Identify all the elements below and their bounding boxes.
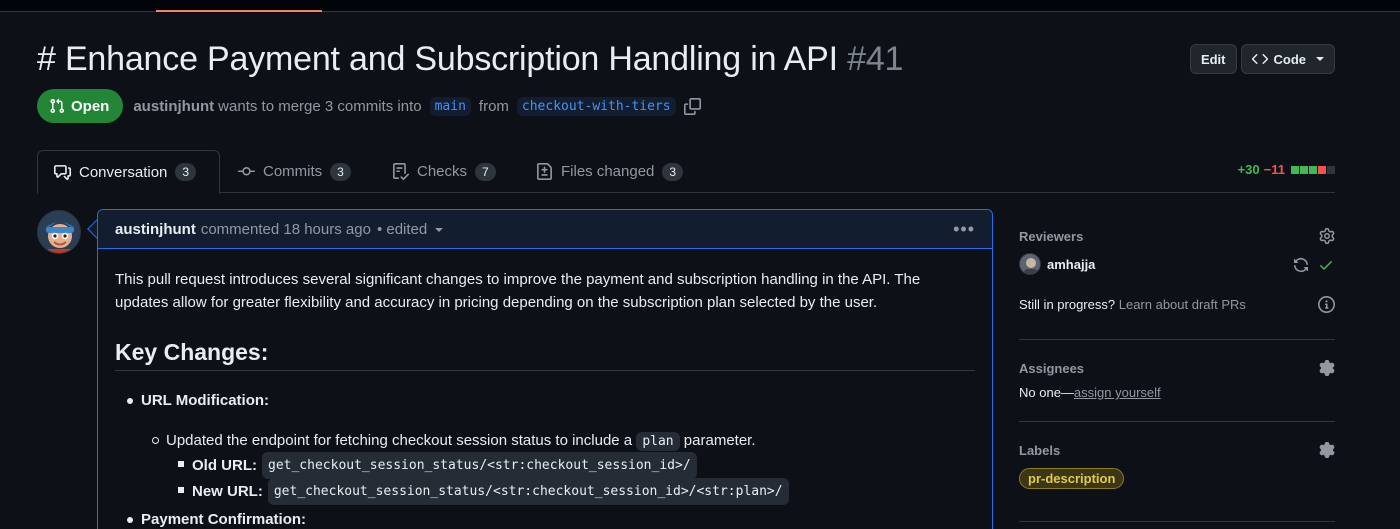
diffstat-deletions: −11 xyxy=(1263,162,1285,177)
tab-files-changed[interactable]: Files changed 3 xyxy=(520,150,699,193)
commit-icon xyxy=(238,166,255,176)
pr-sidebar: Reviewers amhajja Still in progress? Lea… xyxy=(1019,210,1335,522)
file-diff-icon xyxy=(537,163,552,180)
tab-conversation-label: Conversation xyxy=(79,163,168,181)
reviewer-avatar-illustration xyxy=(1020,254,1040,274)
sub-sub-list-item: Old URL: get_checkout_session_status/<st… xyxy=(115,451,975,479)
list-item: URL Modification: xyxy=(115,389,975,412)
edited-dropdown[interactable]: • edited xyxy=(376,220,444,238)
header-actions: Edit Code xyxy=(1189,44,1335,74)
assign-yourself-link[interactable]: assign yourself xyxy=(1074,385,1161,400)
from-text: from xyxy=(478,97,509,115)
pr-author-link[interactable]: austinjhunt xyxy=(133,98,214,115)
merge-text: wants to merge 3 commits into xyxy=(218,97,422,115)
labels-value: pr-description xyxy=(1019,468,1125,489)
info-icon[interactable] xyxy=(1318,296,1335,313)
tab-checks[interactable]: Checks 7 xyxy=(376,150,512,193)
tab-checks-count: 7 xyxy=(475,162,496,181)
reviewers-section: Reviewers amhajja Still in progress? Lea… xyxy=(1019,210,1335,340)
edit-button-label: Edit xyxy=(1200,51,1226,67)
change-list: URL Modification: Updated the endpoint f… xyxy=(115,389,975,529)
sub-list-item: Updated the endpoint for fetching checko… xyxy=(115,429,975,452)
reviewer-name[interactable]: amhajja xyxy=(1047,257,1095,272)
old-url-label: Old URL: xyxy=(192,456,257,474)
tab-files-changed-count: 3 xyxy=(662,162,684,181)
reviewers-title[interactable]: Reviewers xyxy=(1019,229,1083,244)
draft-hint-text: Still in progress? xyxy=(1019,297,1116,312)
tab-files-changed-label: Files changed xyxy=(561,163,655,180)
git-pull-request-icon xyxy=(50,98,65,114)
gear-icon[interactable] xyxy=(1319,228,1335,244)
edited-label: • edited xyxy=(376,220,428,238)
assignees-title[interactable]: Assignees xyxy=(1019,361,1084,376)
sub-item-text: Updated the endpoint for fetching checko… xyxy=(166,432,633,449)
diffstat-block-del xyxy=(1318,165,1326,174)
draft-hint: Still in progress? Learn about draft PRs xyxy=(1019,297,1246,312)
old-url-code: get_checkout_session_status/<str:checkou… xyxy=(262,451,697,479)
reviewer-row: amhajja xyxy=(1019,253,1095,275)
pr-number: #41 xyxy=(847,40,904,78)
label-pill[interactable]: pr-description xyxy=(1019,468,1125,489)
tab-commits-count: 3 xyxy=(330,162,351,181)
pr-state-line: Open austinjhunt wants to merge 3 commit… xyxy=(37,89,701,123)
diffstat-block-add xyxy=(1291,165,1299,174)
comment-discussion-icon xyxy=(54,164,71,180)
diffstat: +30 −11 xyxy=(1238,162,1335,177)
inline-code: plan xyxy=(636,432,680,451)
tab-checks-label: Checks xyxy=(417,163,468,180)
checklist-icon xyxy=(393,163,409,180)
avatar[interactable] xyxy=(37,210,81,254)
head-branch[interactable]: checkout-with-tiers xyxy=(516,96,676,116)
new-url-label: New URL: xyxy=(192,482,263,500)
comment-header: austinjhunt commented 18 hours ago • edi… xyxy=(98,210,992,249)
tab-commits-label: Commits xyxy=(263,163,323,180)
tab-commits[interactable]: Commits 3 xyxy=(222,150,367,193)
gear-icon[interactable] xyxy=(1319,360,1335,376)
pr-title: # Enhance Payment and Subscription Handl… xyxy=(37,40,838,78)
kebab-menu-icon[interactable]: ••• xyxy=(953,219,975,240)
sync-icon[interactable] xyxy=(1293,257,1309,273)
code-button-label: Code xyxy=(1273,51,1307,67)
diffstat-additions: +30 xyxy=(1237,162,1260,177)
labels-section: Labels pr-description xyxy=(1019,422,1335,522)
assignees-section: Assignees No one—assign yourself xyxy=(1019,340,1335,422)
assignees-none: No one— xyxy=(1019,385,1074,400)
intro-paragraph: This pull request introduces several sig… xyxy=(115,271,921,311)
page-title: # Enhance Payment and Subscription Handl… xyxy=(37,40,903,79)
edit-button[interactable]: Edit xyxy=(1189,44,1237,74)
avatar-illustration xyxy=(38,211,80,253)
sub-sub-list-item: New URL: get_checkout_session_status/<st… xyxy=(115,477,975,505)
labels-title[interactable]: Labels xyxy=(1019,443,1060,458)
list-item: Payment Confirmation: xyxy=(115,508,975,529)
gear-icon[interactable] xyxy=(1319,442,1335,458)
status-badge: Open xyxy=(37,89,124,123)
tab-conversation-count: 3 xyxy=(175,163,197,181)
pr-tabs: Conversation 3 Commits 3 Checks 7 Files … xyxy=(37,150,1335,194)
diffstat-block-neutral xyxy=(1327,165,1335,174)
diffstat-blocks xyxy=(1291,165,1335,174)
copy-icon[interactable] xyxy=(683,97,701,115)
code-button[interactable]: Code xyxy=(1240,44,1335,74)
code-icon xyxy=(1251,54,1268,64)
reviewer-avatar[interactable] xyxy=(1019,253,1041,275)
top-nav-bar xyxy=(0,0,1400,12)
chevron-down-icon xyxy=(435,227,444,232)
section-heading: Key Changes: xyxy=(115,341,975,371)
comment-author[interactable]: austinjhunt xyxy=(115,221,196,238)
comment-body: This pull request introduces several sig… xyxy=(98,249,992,529)
assignees-value: No one—assign yourself xyxy=(1019,385,1161,400)
tab-conversation[interactable]: Conversation 3 xyxy=(37,150,220,194)
chevron-down-icon xyxy=(1316,57,1324,61)
active-tab-indicator xyxy=(156,10,322,12)
sub-item-text-end: parameter. xyxy=(683,432,756,449)
status-badge-label: Open xyxy=(71,97,110,115)
pr-description-comment: austinjhunt commented 18 hours ago • edi… xyxy=(97,209,993,529)
base-branch[interactable]: main xyxy=(429,96,471,116)
draft-prs-link[interactable]: Learn about draft PRs xyxy=(1119,297,1246,312)
diffstat-block-add xyxy=(1300,165,1308,174)
diffstat-block-add xyxy=(1309,165,1317,174)
new-url-code: get_checkout_session_status/<str:checkou… xyxy=(267,477,789,505)
check-icon xyxy=(1320,261,1332,270)
comment-meta[interactable]: commented 18 hours ago xyxy=(201,221,371,238)
